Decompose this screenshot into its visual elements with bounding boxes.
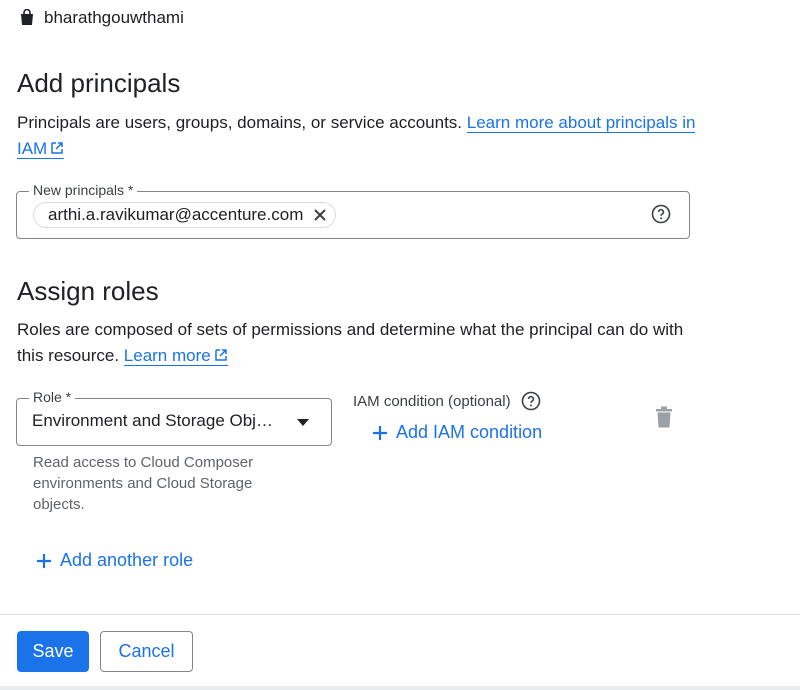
- assign-roles-title: Assign roles: [17, 276, 159, 306]
- add-another-role-button[interactable]: Add another role: [36, 550, 193, 571]
- plus-icon: [37, 553, 51, 568]
- footer-divider: [0, 614, 800, 615]
- bottom-edge: [0, 686, 800, 690]
- close-icon[interactable]: [313, 208, 327, 222]
- plus-icon: [373, 425, 387, 440]
- learn-more-roles-link[interactable]: Learn more: [123, 346, 228, 366]
- delete-icon[interactable]: [655, 406, 673, 428]
- principal-chip: arthi.a.ravikumar@accenture.com: [33, 202, 337, 228]
- project-name: bharathgouwthami: [44, 8, 184, 27]
- principal-chip-value: arthi.a.ravikumar@accenture.com: [48, 205, 304, 224]
- role-label: Role *: [29, 389, 76, 405]
- add-iam-condition-label: Add IAM condition: [396, 422, 543, 442]
- iam-condition-label: IAM condition (optional): [353, 392, 511, 410]
- dropdown-arrow-icon: [297, 419, 309, 426]
- help-icon[interactable]: [521, 391, 541, 411]
- principals-description-text: Principals are users, groups, domains, o…: [17, 113, 463, 132]
- roles-description: Roles are composed of sets of permission…: [17, 317, 697, 369]
- iam-condition-header: IAM condition (optional): [353, 391, 541, 411]
- add-iam-condition-button[interactable]: Add IAM condition: [372, 422, 542, 443]
- project-bag-icon: [21, 9, 33, 25]
- new-principals-field[interactable]: New principals * arthi.a.ravikumar@accen…: [16, 182, 690, 239]
- external-link-icon: [51, 142, 63, 154]
- role-select[interactable]: Role * Environment and Storage Obj…: [16, 389, 332, 446]
- add-another-role-label: Add another role: [60, 550, 194, 570]
- project-header: bharathgouwthami: [18, 6, 184, 30]
- cancel-button[interactable]: Cancel: [100, 631, 193, 672]
- save-button[interactable]: Save: [17, 631, 89, 672]
- help-icon[interactable]: [651, 204, 671, 224]
- external-link-icon: [214, 349, 227, 361]
- role-description-hint: Read access to Cloud Composer environmen…: [33, 454, 254, 513]
- add-principals-title: Add principals: [17, 68, 181, 98]
- new-principals-label: New principals *: [29, 182, 138, 198]
- roles-description-text: Roles are composed of sets of permission…: [17, 320, 684, 365]
- principals-description: Principals are users, groups, domains, o…: [17, 110, 697, 162]
- role-value: Environment and Storage Obj…: [32, 411, 273, 430]
